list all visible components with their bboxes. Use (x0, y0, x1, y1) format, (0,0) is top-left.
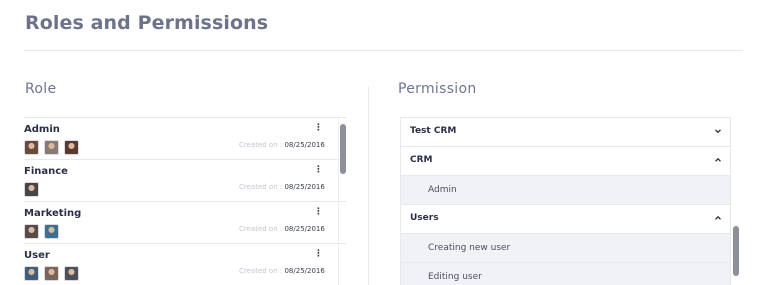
role-section-title: Role (25, 81, 57, 97)
permission-label: Creating new user (428, 243, 511, 253)
role-list-scrollbar[interactable] (340, 124, 346, 174)
created-date-value: 08/25/2016 (284, 267, 325, 275)
created-label: Created on : (239, 225, 285, 233)
created-date: Created on : 08/25/2016 (239, 141, 325, 149)
chevron-down-icon[interactable] (714, 127, 722, 135)
permission-label: Test CRM (410, 126, 457, 136)
permission-group[interactable]: CRM (401, 147, 730, 176)
chevron-up-icon[interactable] (714, 214, 722, 222)
created-date-value: 08/25/2016 (284, 183, 325, 191)
role-item[interactable]: Admin ⋮ Created on : 08/25/2016 (24, 118, 346, 160)
page-title: Roles and Permissions (25, 12, 269, 34)
roles-permissions-page: Roles and Permissions Role Permission Ad… (0, 0, 768, 285)
permission-section-title: Permission (398, 81, 477, 97)
permission-item[interactable]: Admin (401, 176, 730, 205)
permission-group[interactable]: Test CRM (401, 118, 730, 147)
avatar-group (24, 140, 84, 155)
permission-item[interactable]: Creating new user (401, 234, 730, 263)
avatar[interactable] (44, 266, 59, 281)
permission-label: Users (410, 213, 439, 223)
role-name: Admin (24, 124, 60, 135)
created-date: Created on : 08/25/2016 (239, 225, 325, 233)
kebab-menu-icon[interactable]: ⋮ (314, 208, 323, 217)
role-name: Marketing (24, 208, 82, 219)
permission-group[interactable]: Users (401, 205, 730, 234)
kebab-menu-icon[interactable]: ⋮ (314, 250, 323, 259)
role-item[interactable]: Finance ⋮ Created on : 08/25/2016 (24, 160, 346, 202)
created-date: Created on : 08/25/2016 (239, 267, 325, 275)
avatar[interactable] (24, 140, 39, 155)
kebab-menu-icon[interactable]: ⋮ (314, 124, 323, 133)
avatar-group (24, 266, 84, 281)
permission-label: CRM (410, 155, 433, 165)
kebab-menu-icon[interactable]: ⋮ (314, 166, 323, 175)
role-item[interactable]: User ⋮ Created on : 08/25/2016 (24, 244, 346, 285)
permission-tree-scrollbar[interactable] (733, 226, 739, 276)
permission-item[interactable]: Editing user (401, 263, 730, 285)
avatar[interactable] (64, 140, 79, 155)
avatar[interactable] (24, 266, 39, 281)
created-label: Created on : (239, 183, 285, 191)
created-label: Created on : (239, 267, 285, 275)
permission-tree: Test CRM CRM Admin Users Creating new user Ed… (400, 117, 731, 285)
avatar[interactable] (44, 140, 59, 155)
created-label: Created on : (239, 141, 285, 149)
section-divider (368, 86, 369, 285)
title-divider (24, 50, 743, 51)
chevron-up-icon[interactable] (714, 156, 722, 164)
created-date: Created on : 08/25/2016 (239, 183, 325, 191)
permission-label: Editing user (428, 272, 482, 282)
avatar-group (24, 224, 64, 239)
role-name: Finance (24, 166, 68, 177)
avatar[interactable] (44, 224, 59, 239)
created-date-value: 08/25/2016 (284, 225, 325, 233)
role-item[interactable]: Marketing ⋮ Created on : 08/25/2016 (24, 202, 346, 244)
role-name: User (24, 250, 50, 261)
avatar-group (24, 182, 44, 197)
role-list: Admin ⋮ Created on : 08/25/2016 Finance ⋮ Cre… (24, 117, 346, 285)
created-date-value: 08/25/2016 (284, 141, 325, 149)
avatar[interactable] (24, 182, 39, 197)
permission-label: Admin (428, 185, 457, 195)
avatar[interactable] (64, 266, 79, 281)
avatar[interactable] (24, 224, 39, 239)
